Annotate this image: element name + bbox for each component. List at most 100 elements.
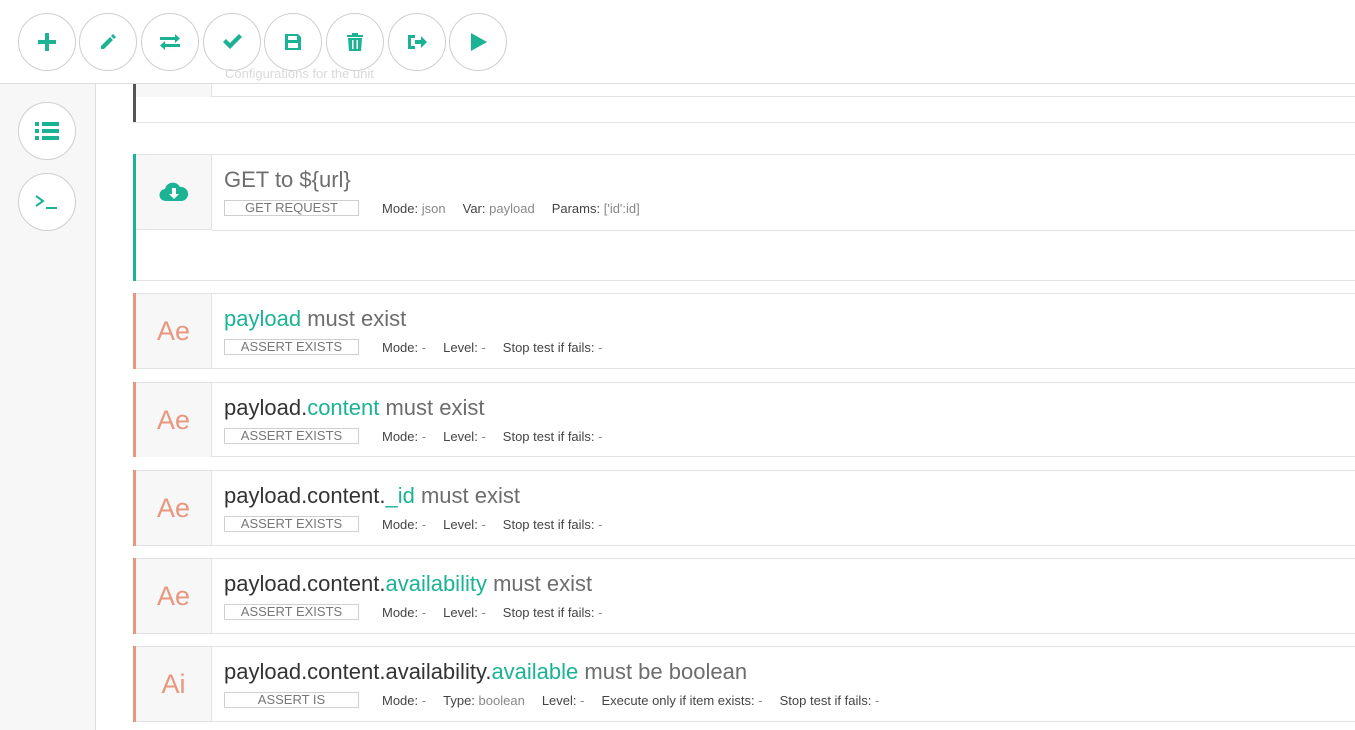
title-suffix: must exist: [414, 483, 520, 508]
step-type-tag: ASSERT EXISTS: [224, 604, 359, 620]
check-icon: [223, 34, 242, 49]
validate-button[interactable]: [203, 13, 261, 71]
save-button[interactable]: [264, 13, 322, 71]
export-button[interactable]: [388, 13, 446, 71]
left-rail: [0, 84, 96, 730]
meta-value: -: [421, 516, 427, 532]
meta-level: Level: -: [443, 340, 486, 355]
meta-mode: Mode: json: [382, 201, 446, 216]
cloud-download-icon: [158, 182, 188, 202]
step-meta: ASSERT EXISTS Mode: - Level: - Stop test…: [224, 428, 1345, 444]
swap-button[interactable]: [141, 13, 199, 71]
step-title: payload.content.availability.available m…: [224, 659, 1345, 685]
toolbar: [0, 0, 1355, 84]
meta-value: -: [758, 692, 763, 708]
title-prefix: payload.content.: [224, 483, 386, 508]
plus-icon: [38, 33, 56, 51]
meta-type: Type: boolean: [443, 693, 525, 708]
meta-level: Level: -: [542, 693, 585, 708]
meta-level: Level: -: [443, 429, 486, 444]
meta-label: Stop test if fails:: [502, 339, 595, 355]
step-title: payload must exist: [224, 306, 1345, 332]
title-highlight: availability: [385, 571, 487, 596]
meta-value: -: [598, 604, 603, 620]
step-assert-is[interactable]: Ai payload.content.availability.availabl…: [133, 646, 1355, 722]
step-meta: ASSERT IS Mode: - Type: boolean Level: -…: [224, 692, 1345, 708]
step-icon-cell: Ae: [136, 559, 212, 633]
save-icon: [285, 34, 301, 50]
run-button[interactable]: [449, 13, 507, 71]
assert-exists-icon: Ae: [156, 404, 191, 435]
meta-label: Level:: [541, 692, 577, 708]
step-icon-cell: [136, 155, 212, 230]
partial-step-description: Configurations for the unit: [225, 66, 374, 81]
step-icon-cell: Ae: [136, 383, 212, 457]
meta-label: Mode:: [382, 604, 419, 620]
title-highlight: _id: [385, 483, 415, 508]
meta-label: Mode:: [382, 428, 419, 444]
divider: [212, 96, 1355, 97]
meta-stop: Stop test if fails: -: [503, 340, 603, 355]
title-highlight: payload: [224, 306, 302, 331]
meta-level: Level: -: [443, 517, 486, 532]
step-type-tag: ASSERT EXISTS: [224, 516, 359, 532]
step-meta: ASSERT EXISTS Mode: - Level: - Stop test…: [224, 604, 1345, 620]
meta-value: boolean: [478, 692, 525, 708]
edit-button[interactable]: [79, 13, 137, 71]
step-body: payload must exist ASSERT EXISTS Mode: -…: [224, 306, 1345, 355]
console-button[interactable]: [18, 173, 76, 231]
divider: [212, 230, 1355, 231]
meta-stop: Stop test if fails: -: [503, 517, 603, 532]
meta-label: Execute only if item exists:: [601, 692, 755, 708]
meta-label: Level:: [443, 428, 478, 444]
meta-mode: Mode: -: [382, 340, 426, 355]
list-view-button[interactable]: [18, 102, 76, 160]
meta-value: -: [481, 339, 486, 355]
meta-value: -: [580, 692, 585, 708]
meta-value: -: [421, 692, 427, 708]
meta-value: ['id':id]: [603, 200, 640, 216]
meta-label: Level:: [443, 604, 478, 620]
title-suffix: must exist: [301, 306, 407, 331]
step-meta: ASSERT EXISTS Mode: - Level: - Stop test…: [224, 516, 1345, 532]
step-assert-exists[interactable]: Ae payload.content must exist ASSERT EXI…: [133, 382, 1355, 457]
meta-label: Stop test if fails:: [502, 604, 595, 620]
meta-label: Level:: [443, 516, 478, 532]
assert-exists-icon: Ae: [156, 492, 191, 523]
meta-label: Type:: [443, 692, 475, 708]
step-meta: ASSERT EXISTS Mode: - Level: - Stop test…: [224, 339, 1345, 355]
assert-exists-icon: Ae: [156, 315, 191, 346]
play-icon: [471, 33, 487, 51]
step-icon-cell: Ai: [136, 647, 212, 721]
meta-params: Params: ['id':id]: [552, 201, 640, 216]
step-assert-exists[interactable]: Ae payload must exist ASSERT EXISTS Mode…: [133, 293, 1355, 369]
meta-stop: Stop test if fails: -: [503, 605, 603, 620]
step-assert-exists[interactable]: Ae payload.content.availability must exi…: [133, 558, 1355, 634]
meta-label: Mode:: [382, 339, 419, 355]
title-highlight: content: [307, 395, 380, 420]
step-icon-cell: Ae: [136, 294, 212, 368]
meta-mode: Mode: -: [382, 693, 426, 708]
meta-value: -: [421, 339, 427, 355]
meta-execute-if-exists: Execute only if item exists: -: [601, 693, 762, 708]
add-button[interactable]: [18, 13, 76, 71]
step-title: payload.content.availability must exist: [224, 571, 1345, 597]
meta-mode: Mode: -: [382, 517, 426, 532]
step-assert-exists[interactable]: Ae payload.content._id must exist ASSERT…: [133, 470, 1355, 546]
step-body: payload.content._id must exist ASSERT EX…: [224, 483, 1345, 532]
step-body: payload.content must exist ASSERT EXISTS…: [224, 395, 1345, 444]
assert-is-icon: Ai: [161, 668, 186, 699]
meta-label: Mode:: [382, 692, 419, 708]
title-suffix: must exist: [379, 395, 485, 420]
step-get-request[interactable]: GET to ${url} GET REQUEST Mode: json Var…: [133, 154, 1355, 281]
meta-value: -: [421, 428, 427, 444]
step-meta: GET REQUEST Mode: json Var: payload Para…: [224, 200, 1345, 216]
step-config-partial[interactable]: [133, 84, 1355, 123]
meta-value: -: [481, 516, 486, 532]
trash-icon: [347, 33, 363, 51]
delete-button[interactable]: [326, 13, 384, 71]
title-prefix: payload.content.availability.: [224, 659, 492, 684]
meta-value: payload: [489, 200, 535, 216]
meta-var: Var: payload: [463, 201, 535, 216]
meta-value: json: [421, 200, 446, 216]
